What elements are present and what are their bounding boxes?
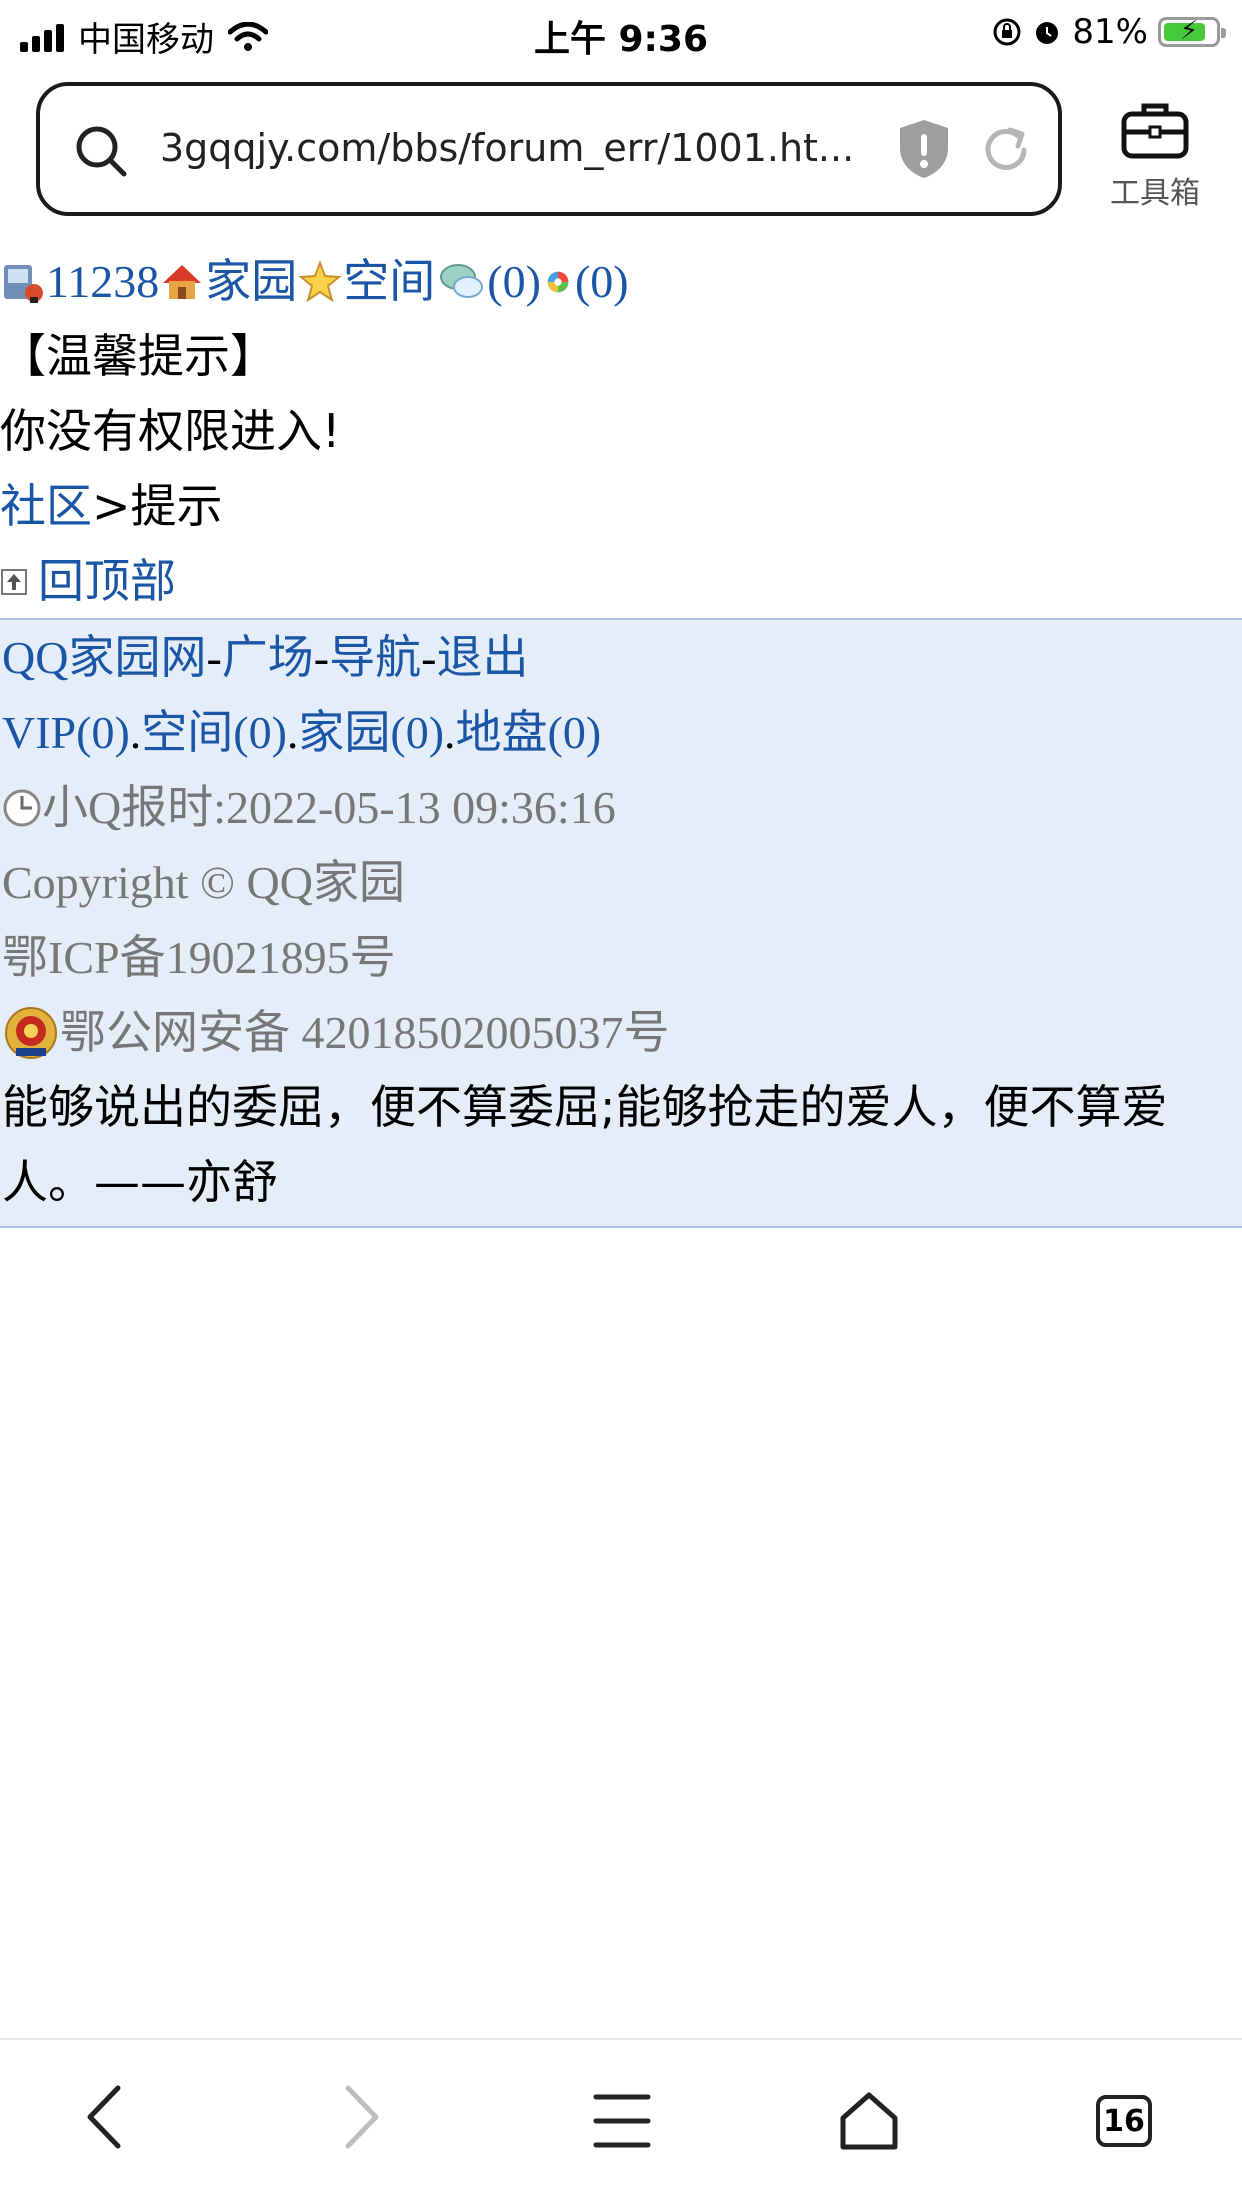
home-icon[interactable]: [838, 2090, 900, 2152]
stats-separator: .: [286, 707, 299, 758]
back-to-top-row: 回顶部: [0, 544, 1242, 619]
orientation-lock-icon: [993, 18, 1021, 46]
space-link[interactable]: 空间: [343, 244, 435, 319]
guide-link[interactable]: 导航: [329, 620, 421, 695]
police-row: 鄂公网安备 42018502005037号: [0, 995, 1242, 1070]
chat-bubble-icon: [440, 263, 484, 298]
notice-message: 你没有权限进入!: [0, 404, 341, 458]
up-arrow-icon: [1, 568, 27, 595]
land-count-link[interactable]: 地盘(0): [456, 695, 602, 770]
icp-text: 鄂ICP备19021895号: [2, 932, 396, 983]
logout-link[interactable]: 退出: [436, 620, 528, 695]
back-to-top-link[interactable]: 回顶部: [38, 544, 176, 619]
clock-text: 小Q报时:2022-05-13 09:36:16: [42, 782, 616, 833]
status-bar: 中国移动 上午 9:36 81% ⚡: [0, 0, 1242, 62]
police-record-text: 鄂公网安备 42018502005037号: [60, 1007, 670, 1058]
nav-separator: -: [206, 632, 222, 683]
home-link[interactable]: 家园: [205, 244, 297, 319]
site-home-link[interactable]: QQ家园网: [2, 620, 206, 695]
battery-icon: ⚡: [1158, 16, 1226, 47]
stats-separator: .: [129, 707, 142, 758]
stats-separator: .: [444, 707, 456, 758]
menu-icon[interactable]: [592, 2092, 652, 2150]
copyright-text: Copyright © QQ家园: [2, 857, 405, 908]
breadcrumb: 社区 >提示: [0, 469, 1242, 544]
home-count-link[interactable]: 家园(0): [298, 695, 444, 770]
browser-bottom-toolbar: 16: [0, 2038, 1242, 2210]
toolbox-icon: [1121, 103, 1189, 159]
page-content: 11238 家园 空间 (0) (0) 【温馨提示】 你没有权限进入! 社区 >…: [0, 244, 1242, 619]
user-id-link[interactable]: 11238: [46, 244, 159, 319]
user-header-row: 11238 家园 空间 (0) (0): [0, 244, 1242, 319]
toolbox-button[interactable]: 工具箱: [1100, 100, 1210, 212]
home-house-icon: [163, 264, 202, 299]
quote-text: 能够说出的委屈，便不算委屈;能够抢走的爱人，便不算爱人。——亦舒: [2, 1080, 1168, 1209]
url-text[interactable]: 3gqqjy.com/bbs/forum_err/1001.ht...: [160, 126, 900, 170]
breadcrumb-current: >提示: [92, 479, 223, 533]
back-arrow-icon[interactable]: [82, 2080, 126, 2154]
toolbox-label: 工具箱: [1110, 176, 1200, 211]
space-count-link[interactable]: 空间(0): [141, 695, 287, 770]
footer-stats: VIP(0) . 空间(0) . 家园(0) . 地盘(0): [0, 695, 1242, 770]
plaza-link[interactable]: 广场: [222, 620, 314, 695]
vip-link[interactable]: VIP(0): [2, 695, 130, 770]
star-icon: [298, 259, 342, 302]
nav-separator: -: [313, 632, 330, 683]
user-profile-icon: [4, 264, 43, 303]
address-bar[interactable]: 3gqqjy.com/bbs/forum_err/1001.ht...: [36, 82, 1062, 216]
forward-arrow-icon[interactable]: [340, 2080, 384, 2154]
alarm-icon: [1036, 22, 1059, 44]
reload-icon[interactable]: [980, 124, 1032, 176]
battery-percent: 81%: [1072, 12, 1148, 52]
security-shield-icon[interactable]: [896, 118, 952, 180]
clock-row: 小Q报时:2022-05-13 09:36:16: [0, 770, 1242, 845]
breadcrumb-community-link[interactable]: 社区: [0, 469, 92, 544]
footer-panel: QQ家园网 - 广场 - 导航 - 退出 VIP(0) . 空间(0) . 家园…: [0, 618, 1242, 1228]
tabs-count-button[interactable]: 16: [1096, 2095, 1152, 2147]
message-count-link[interactable]: (0): [487, 244, 541, 319]
nav-separator: -: [421, 632, 437, 683]
footer-nav: QQ家园网 - 广场 - 导航 - 退出: [0, 620, 1242, 695]
friend-count-link[interactable]: (0): [575, 244, 629, 319]
friends-wheel-icon: [547, 271, 569, 292]
clock-icon: [3, 789, 41, 826]
notice-title: 【温馨提示】: [0, 329, 276, 383]
search-icon: [76, 126, 127, 177]
police-badge-icon: [5, 1006, 57, 1059]
